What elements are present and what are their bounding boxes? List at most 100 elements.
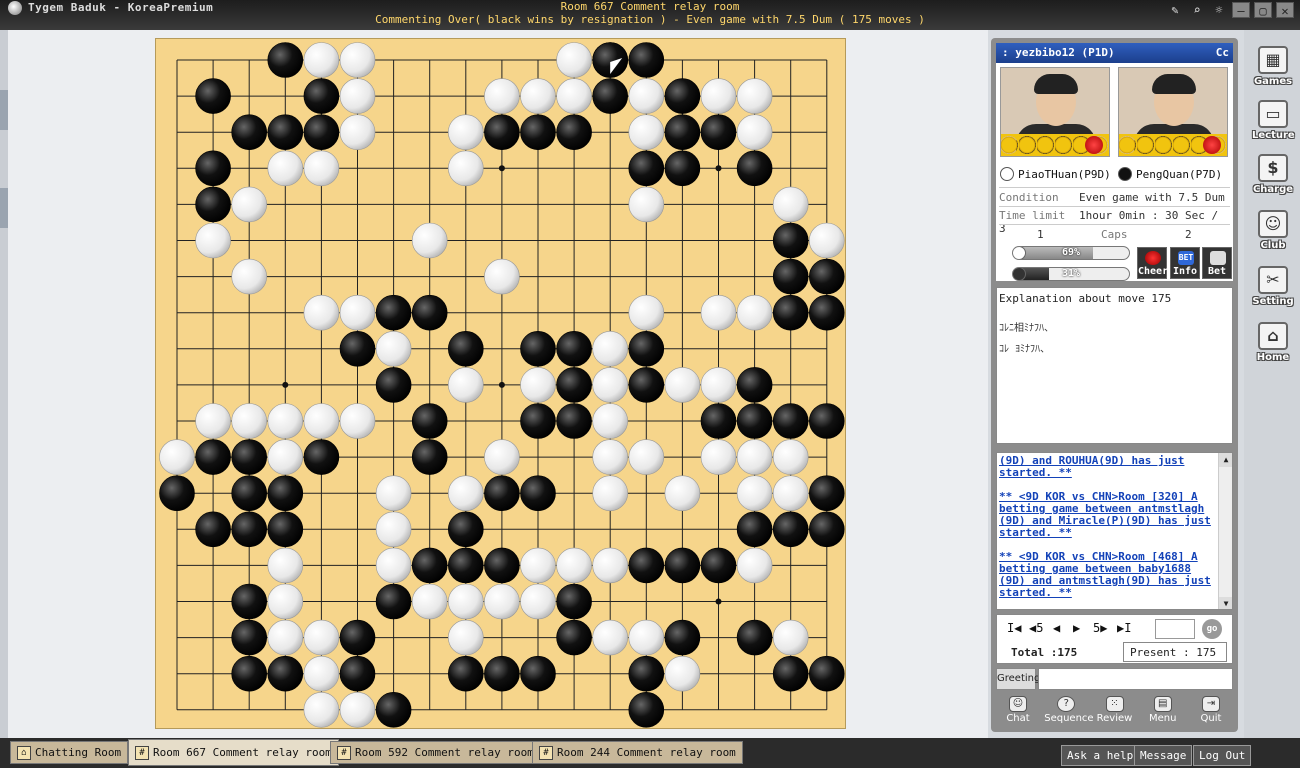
black-stone <box>772 403 809 439</box>
white-stone <box>520 367 556 403</box>
chat-scrollbar[interactable]: ▲ ▼ <box>1218 453 1232 609</box>
black-stone <box>628 330 665 367</box>
white-stone <box>556 78 592 114</box>
black-stone <box>231 583 267 620</box>
info-button[interactable]: BET Info <box>1170 247 1200 279</box>
sidebar-item-lecture[interactable]: ▭ Lecture <box>1252 100 1295 150</box>
bet-button[interactable]: Bet <box>1202 247 1232 279</box>
white-player-name: PiaoTHuan(P9D) <box>1018 167 1111 181</box>
black-stone <box>195 439 231 475</box>
caps-white: 1 <box>1037 228 1044 241</box>
last-move-button[interactable]: ▶I <box>1117 621 1131 635</box>
tools-icon: ✂ <box>1258 266 1288 294</box>
explanation-line: ｺﾚ ﾖﾐﾅﾌﾊ、 <box>999 344 1051 355</box>
white-stone <box>664 475 701 512</box>
white-player-photo <box>1000 67 1110 157</box>
commentator-header: : yezbibo12 (P1D) Cc <box>996 43 1233 63</box>
black-stone <box>772 511 809 548</box>
tab-room-667[interactable]: # Room 667 Comment relay room <box>128 739 339 766</box>
white-stone <box>664 367 701 403</box>
chat-label: Chat <box>1006 713 1030 724</box>
quit-label: Quit <box>1200 713 1222 724</box>
white-stone <box>231 258 267 295</box>
tab-room-244[interactable]: # Room 244 Comment relay room <box>532 741 743 764</box>
white-stone <box>772 619 809 656</box>
white-stone <box>303 403 340 439</box>
forward-five-button[interactable]: 5▶ <box>1093 621 1107 635</box>
tab-chatting-room[interactable]: ⌂ Chatting Room <box>10 741 129 764</box>
black-stone <box>195 78 231 114</box>
home-icon: ⌂ <box>17 745 31 760</box>
back-one-button[interactable]: ◀ <box>1053 621 1060 635</box>
chat-log[interactable]: (9D) and ROUHUA(9D) has just started. **… <box>996 452 1233 610</box>
black-stone <box>664 114 701 150</box>
black-player-name: PengQuan(P7D) <box>1136 167 1223 181</box>
black-stone <box>808 655 845 692</box>
minimize-icon[interactable]: – <box>1232 2 1250 18</box>
sidebar-item-charge[interactable]: $ Charge <box>1252 154 1294 204</box>
sidebar-item-setting[interactable]: ✂ Setting <box>1252 266 1294 316</box>
back-five-button[interactable]: ◀5 <box>1029 621 1043 635</box>
chat-message[interactable]: ** <9D KOR vs CHN>Room [468] A betting g… <box>999 551 1217 599</box>
white-stone <box>772 186 809 223</box>
maximize-icon[interactable]: ▢ <box>1254 2 1272 18</box>
first-move-button[interactable]: I◀ <box>1007 621 1021 635</box>
black-stone <box>447 330 484 367</box>
search-icon[interactable]: ⌕ <box>1188 2 1206 18</box>
caps-black: 2 <box>1185 228 1192 241</box>
chat-button[interactable]: ☺ Chat <box>996 694 1040 730</box>
rose-icon <box>1085 136 1103 154</box>
star-point <box>498 165 505 172</box>
review-button[interactable]: ⁙ Review <box>1093 694 1137 730</box>
scroll-up-icon[interactable]: ▲ <box>1219 453 1232 467</box>
white-stone <box>628 294 665 331</box>
white-stone <box>808 222 845 259</box>
move-number-input[interactable] <box>1155 619 1195 639</box>
sequence-label: Sequence <box>1044 713 1094 724</box>
black-stone <box>447 547 484 584</box>
chat-message[interactable]: (9D) and ROUHUA(9D) has just started. ** <box>999 455 1217 479</box>
sidebar-item-home[interactable]: ⌂ Home <box>1252 322 1294 372</box>
sequence-button[interactable]: ? Sequence <box>1044 694 1094 730</box>
black-stone <box>556 619 592 656</box>
white-stone <box>772 439 809 475</box>
tab-room-592[interactable]: # Room 592 Comment relay room <box>330 741 541 764</box>
quit-button[interactable]: ⇥ Quit <box>1189 694 1233 730</box>
scroll-down-icon[interactable]: ▼ <box>1219 597 1232 609</box>
black-stone <box>736 511 773 548</box>
tab-label: Room 592 Comment relay room <box>355 746 534 759</box>
white-stone <box>159 439 195 475</box>
sidebar-label: Setting <box>1252 296 1294 307</box>
ask-help-button[interactable]: Ask a help <box>1061 745 1140 766</box>
white-stone <box>267 403 304 439</box>
white-stone <box>303 619 340 656</box>
forward-one-button[interactable]: ▶ <box>1073 621 1080 635</box>
go-board[interactable] <box>155 38 846 729</box>
greeting-button[interactable]: Greeting <box>996 668 1040 690</box>
star-point <box>282 381 289 388</box>
close-icon[interactable]: ✕ <box>1276 2 1294 18</box>
white-stone <box>628 186 665 223</box>
logout-button[interactable]: Log Out <box>1193 745 1252 766</box>
white-stone <box>736 294 773 331</box>
bulb-icon[interactable]: ☼ <box>1210 2 1228 18</box>
chat-message[interactable]: ** <9D KOR vs CHN>Room [320] A betting g… <box>999 491 1217 539</box>
black-stone <box>520 655 556 692</box>
black-stone <box>375 367 412 403</box>
dice-icon <box>1210 251 1226 265</box>
black-stone <box>411 439 448 475</box>
board-grid[interactable] <box>156 39 847 730</box>
message-button[interactable]: Message <box>1134 745 1193 766</box>
cheer-button[interactable]: Cheer <box>1137 247 1168 279</box>
sidebar-item-games[interactable]: ▦ Games <box>1252 46 1294 96</box>
white-win-bar: 69% <box>1012 246 1130 260</box>
go-button[interactable]: go <box>1202 619 1222 639</box>
greeting-input[interactable] <box>1038 668 1233 690</box>
brush-icon[interactable]: ✎ <box>1166 2 1184 18</box>
black-stone <box>375 691 412 728</box>
left-strip-notch <box>0 188 8 228</box>
black-stone <box>267 42 304 78</box>
menu-button[interactable]: ▤ Menu <box>1141 694 1185 730</box>
sidebar-item-club[interactable]: ☺ Club <box>1252 210 1294 260</box>
black-stone <box>303 439 340 475</box>
